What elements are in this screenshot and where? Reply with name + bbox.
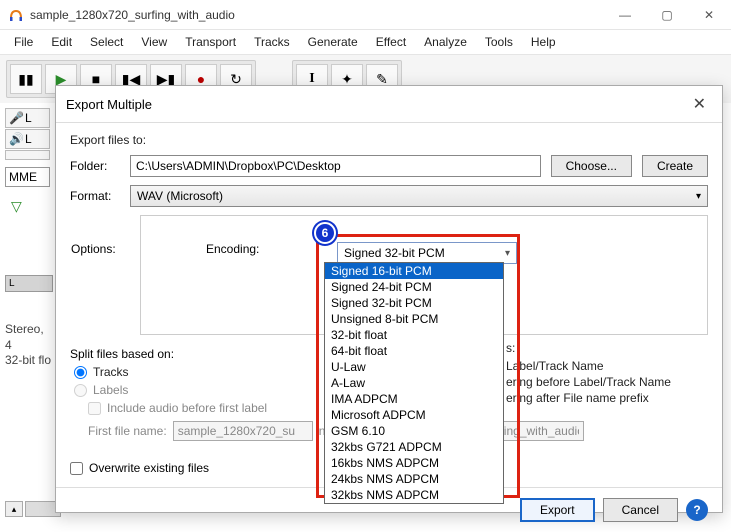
- encoding-option[interactable]: U-Law: [325, 359, 503, 375]
- chevron-down-icon: ▾: [505, 248, 510, 259]
- chevron-down-icon: ▾: [696, 191, 701, 202]
- dialog-close-button[interactable]: ✕: [687, 94, 712, 114]
- collapse-up-button[interactable]: ▴: [5, 501, 23, 517]
- window-titlebar: sample_1280x720_surfing_with_audio — ▢ ✕: [0, 0, 731, 30]
- menu-effect[interactable]: Effect: [368, 33, 414, 51]
- create-button[interactable]: Create: [642, 155, 708, 177]
- naming-options-fragment: s: Label/Track Name ering before Label/T…: [506, 339, 706, 407]
- track-collapse-widget: ▴: [5, 501, 61, 517]
- export-to-label: Export files to:: [70, 133, 708, 147]
- encoding-option[interactable]: Signed 32-bit PCM: [325, 295, 503, 311]
- play-indicator-icon: ▽: [5, 198, 50, 215]
- format-label: Format:: [70, 189, 120, 203]
- encoding-option[interactable]: 24kbs NMS ADPCM: [325, 471, 503, 487]
- track-panel-fragment: L Stereo, 4 32-bit flo: [5, 275, 53, 369]
- minimize-button[interactable]: —: [611, 8, 639, 22]
- encoding-option[interactable]: Microsoft ADPCM: [325, 407, 503, 423]
- encoding-option[interactable]: 64-bit float: [325, 343, 503, 359]
- encoding-option[interactable]: Signed 16-bit PCM: [325, 263, 503, 279]
- device-toolbar-fragment: 🎤L 🔊L MME ▽: [5, 108, 50, 215]
- dialog-title: Export Multiple: [66, 97, 687, 112]
- menu-file[interactable]: File: [6, 33, 41, 51]
- format-value: WAV (Microsoft): [137, 189, 223, 203]
- options-label: Options:: [71, 242, 126, 256]
- naming-opt-3: ering after File name prefix: [506, 391, 706, 405]
- pause-button[interactable]: ▮▮: [10, 64, 42, 94]
- export-button[interactable]: Export: [520, 498, 595, 522]
- encoding-option[interactable]: Signed 24-bit PCM: [325, 279, 503, 295]
- folder-input[interactable]: [130, 155, 541, 177]
- first-file-input: [173, 421, 313, 441]
- track-channel-label: L: [5, 275, 53, 292]
- menu-tools[interactable]: Tools: [477, 33, 521, 51]
- audio-host-select[interactable]: MME: [5, 167, 50, 187]
- annotation-callout-6: 6: [314, 222, 336, 244]
- menu-generate[interactable]: Generate: [300, 33, 366, 51]
- menu-select[interactable]: Select: [82, 33, 131, 51]
- encoding-option[interactable]: 32kbs NMS ADPCM: [325, 487, 503, 503]
- menu-transport[interactable]: Transport: [177, 33, 244, 51]
- format-select[interactable]: WAV (Microsoft) ▾: [130, 185, 708, 207]
- encoding-select[interactable]: Signed 32-bit PCM ▾: [337, 242, 517, 264]
- track-info-depth: 32-bit flo: [5, 353, 53, 369]
- first-file-label: First file name:: [88, 424, 167, 438]
- speaker-icon: 🔊: [9, 132, 23, 146]
- cancel-button[interactable]: Cancel: [603, 498, 678, 522]
- audacity-app-icon: [8, 7, 24, 23]
- window-title: sample_1280x720_surfing_with_audio: [30, 8, 611, 22]
- mic-channel-l: L: [25, 111, 32, 125]
- menu-view[interactable]: View: [133, 33, 175, 51]
- mic-icon: 🎤: [9, 111, 23, 125]
- choose-button[interactable]: Choose...: [551, 155, 632, 177]
- encoding-option[interactable]: 16kbs NMS ADPCM: [325, 455, 503, 471]
- menu-analyze[interactable]: Analyze: [416, 33, 475, 51]
- encoding-dropdown-list[interactable]: Signed 16-bit PCM Signed 24-bit PCM Sign…: [324, 262, 504, 504]
- naming-opt-1: Label/Track Name: [506, 359, 706, 373]
- close-window-button[interactable]: ✕: [695, 8, 723, 22]
- menu-bar: File Edit Select View Transport Tracks G…: [0, 30, 731, 55]
- maximize-button[interactable]: ▢: [653, 8, 681, 22]
- encoding-option[interactable]: IMA ADPCM: [325, 391, 503, 407]
- encoding-option[interactable]: A-Law: [325, 375, 503, 391]
- menu-tracks[interactable]: Tracks: [246, 33, 298, 51]
- encoding-label: Encoding:: [206, 242, 259, 256]
- help-button[interactable]: ?: [686, 499, 708, 521]
- encoding-option[interactable]: 32-bit float: [325, 327, 503, 343]
- menu-edit[interactable]: Edit: [43, 33, 80, 51]
- folder-label: Folder:: [70, 159, 120, 173]
- track-info-rate: Stereo, 4: [5, 322, 53, 353]
- spk-channel-l: L: [25, 132, 32, 146]
- encoding-option[interactable]: Unsigned 8-bit PCM: [325, 311, 503, 327]
- encoding-option[interactable]: GSM 6.10: [325, 423, 503, 439]
- encoding-option[interactable]: 32kbs G721 ADPCM: [325, 439, 503, 455]
- menu-help[interactable]: Help: [523, 33, 564, 51]
- naming-opt-2: ering before Label/Track Name: [506, 375, 706, 389]
- encoding-value: Signed 32-bit PCM: [344, 246, 445, 260]
